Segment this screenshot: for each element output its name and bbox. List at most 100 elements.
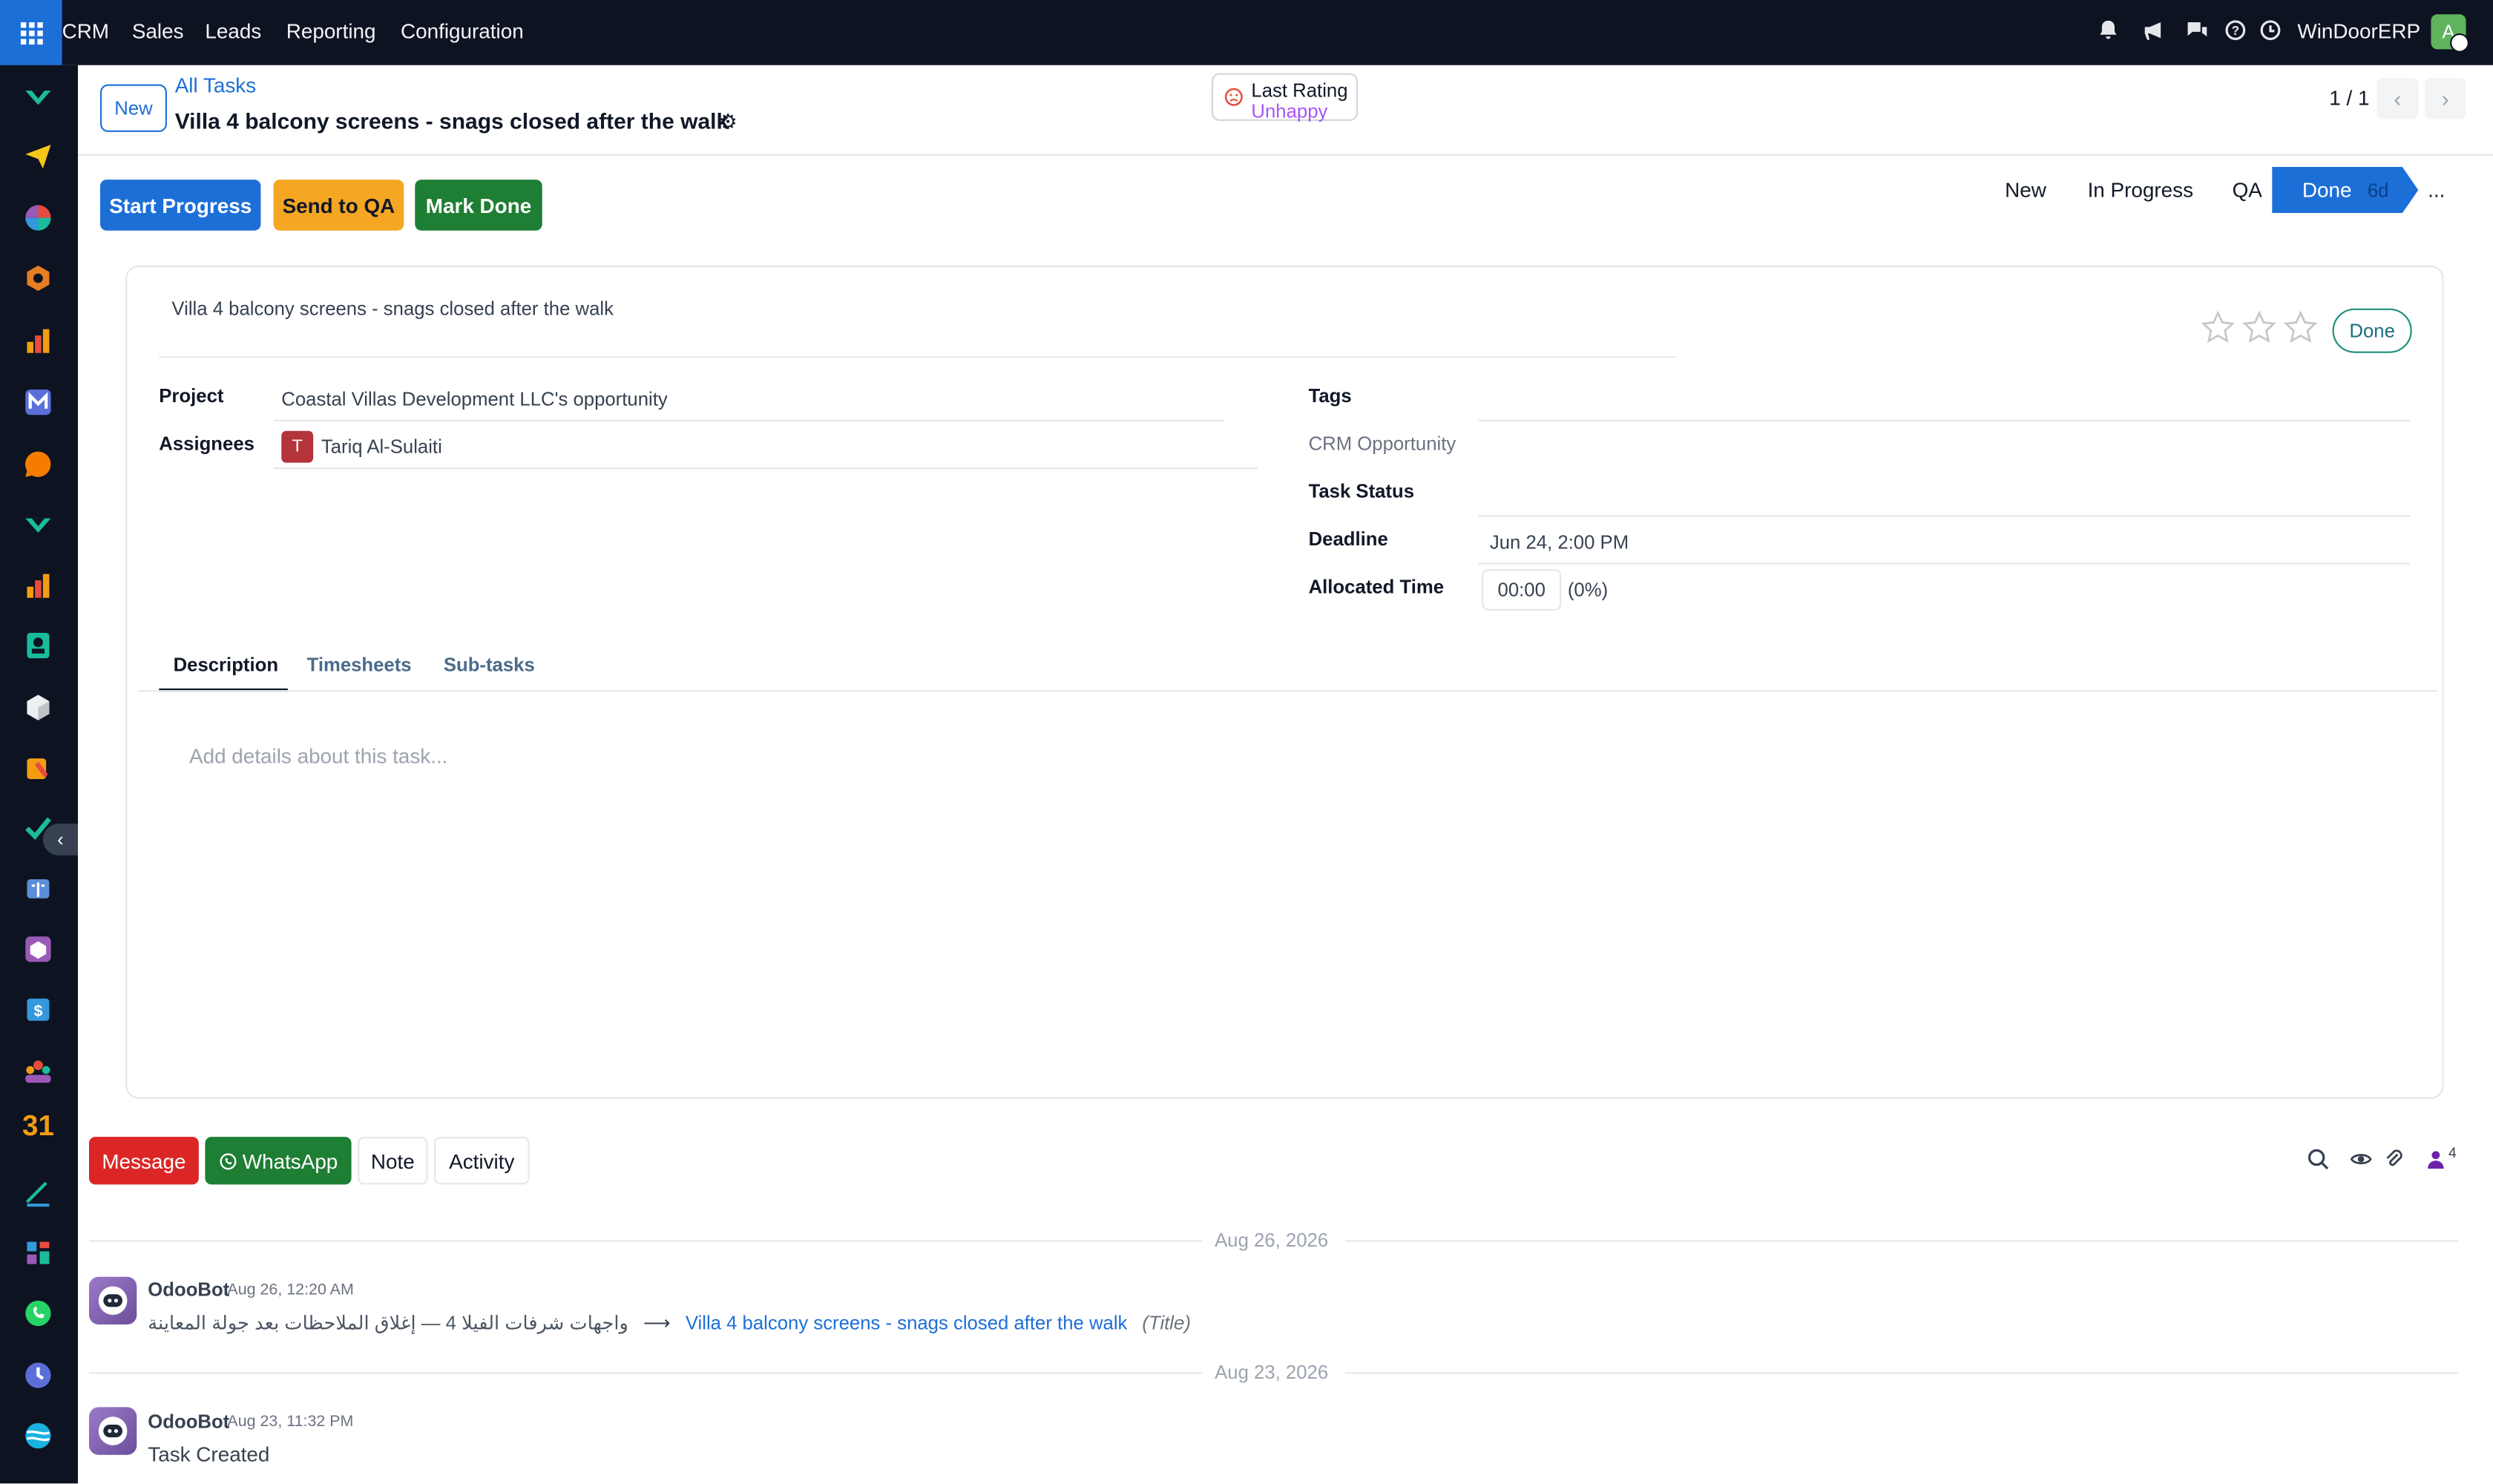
- stage-done-label: Done: [2302, 178, 2352, 203]
- sign-app-icon[interactable]: [24, 1178, 53, 1207]
- top-navbar: CRM Sales Leads Reporting Configuration …: [0, 0, 2493, 65]
- reports-app-icon[interactable]: [24, 326, 53, 355]
- send-to-qa-button[interactable]: Send to QA: [273, 180, 404, 231]
- dashboards-app-icon[interactable]: [24, 1238, 53, 1267]
- product-app-icon[interactable]: [24, 693, 53, 722]
- paperclip-icon[interactable]: [2383, 1148, 2405, 1170]
- inventory-app-icon[interactable]: [24, 264, 53, 293]
- svg-text:$: $: [33, 1002, 42, 1020]
- message-author[interactable]: OdooBot: [148, 1411, 229, 1433]
- search-icon[interactable]: [2307, 1148, 2329, 1170]
- schedule-activity-button[interactable]: Activity: [434, 1137, 530, 1185]
- projects-app-icon[interactable]: [24, 510, 53, 539]
- description-editor[interactable]: Add details about this task...: [189, 744, 447, 768]
- contacts-app-icon[interactable]: [24, 631, 53, 660]
- date-separator-label: Aug 23, 2026: [1215, 1361, 1329, 1384]
- project-label: Project: [159, 384, 224, 407]
- log-note-button[interactable]: Note: [358, 1137, 428, 1185]
- pager-next-button[interactable]: ›: [2424, 78, 2466, 119]
- clock-icon[interactable]: [2259, 19, 2282, 42]
- whatsapp-button[interactable]: WhatsApp: [205, 1137, 352, 1185]
- stage-in-progress[interactable]: In Progress: [2088, 167, 2193, 213]
- team-app-icon[interactable]: [24, 1057, 53, 1086]
- mark-done-button[interactable]: Mark Done: [415, 180, 542, 231]
- breadcrumb-all-tasks[interactable]: All Tasks: [175, 73, 256, 97]
- company-switcher[interactable]: WinDoorERP: [2297, 19, 2420, 43]
- sidebar-collapse-button[interactable]: ‹: [42, 824, 78, 856]
- deadline-field[interactable]: Jun 24, 2:00 PM: [1490, 531, 1629, 554]
- rating-value: Unhappy: [1251, 100, 1328, 122]
- allocated-time-percent: (0%): [1567, 579, 1609, 601]
- menu-reporting[interactable]: Reporting: [286, 19, 376, 43]
- timesheet-app-icon[interactable]: [24, 1361, 53, 1390]
- menu-sales[interactable]: Sales: [132, 19, 184, 43]
- whatsapp-icon: [219, 1152, 236, 1169]
- knowledge-app-icon[interactable]: [24, 875, 53, 904]
- package-app-icon[interactable]: [24, 935, 53, 964]
- date-separator: Aug 26, 2026: [89, 1229, 2458, 1251]
- eye-icon[interactable]: [2350, 1148, 2372, 1170]
- mail-app-icon[interactable]: [24, 388, 53, 417]
- stage-done-days: 6d: [2367, 179, 2389, 202]
- stage-statusbar: New In Progress QA Done 6d ...: [1983, 167, 2469, 214]
- discuss-app-icon[interactable]: [24, 82, 53, 111]
- project-field[interactable]: Coastal Villas Development LLC's opportu…: [281, 388, 667, 410]
- new-record-button[interactable]: New: [100, 84, 167, 132]
- arrow-right-icon: ⟶: [643, 1311, 671, 1334]
- allocated-time-field[interactable]: 00:00: [1482, 569, 1562, 611]
- tab-description[interactable]: Description: [174, 654, 278, 676]
- stage-new[interactable]: New: [2005, 167, 2046, 213]
- tags-field[interactable]: [1478, 419, 2411, 421]
- menu-configuration[interactable]: Configuration: [401, 19, 524, 43]
- analytics-app-icon[interactable]: [24, 571, 53, 600]
- calendar-app-icon[interactable]: 31: [22, 1110, 54, 1143]
- odoobot-avatar: [89, 1407, 137, 1455]
- menu-crm[interactable]: CRM: [62, 19, 109, 43]
- star-icon[interactable]: [2201, 310, 2236, 345]
- followers-count: 4: [2448, 1144, 2457, 1161]
- crm-opportunity-label: CRM Opportunity: [1308, 432, 1456, 455]
- documents-app-icon[interactable]: [24, 754, 53, 783]
- task-status-field[interactable]: [1478, 515, 2411, 517]
- chat-icon[interactable]: [2186, 19, 2208, 42]
- megaphone-icon[interactable]: [2144, 19, 2166, 42]
- stage-qa[interactable]: QA: [2233, 167, 2262, 213]
- livechat-app-icon[interactable]: [24, 450, 53, 479]
- send-message-button[interactable]: Message: [89, 1137, 199, 1185]
- bell-icon[interactable]: [2097, 19, 2119, 42]
- tab-timesheets[interactable]: Timesheets: [307, 654, 412, 676]
- website-app-icon[interactable]: [24, 1422, 53, 1451]
- odoobot-avatar: [89, 1276, 137, 1324]
- tracking-value-change: واجهات شرفات الفيلا 4 — إغلاق الملاحظات …: [148, 1312, 1191, 1334]
- dashboard-app-icon[interactable]: [24, 203, 53, 232]
- tab-sub-tasks[interactable]: Sub-tasks: [444, 654, 535, 676]
- assignee-name[interactable]: Tariq Al-Sulaiti: [321, 436, 442, 458]
- last-rating-button[interactable]: Last Rating Unhappy: [1211, 73, 1358, 122]
- robot-icon: [98, 1286, 128, 1316]
- pager-previous-button[interactable]: ‹: [2377, 78, 2419, 119]
- message-author[interactable]: OdooBot: [148, 1278, 229, 1301]
- stage-done-current[interactable]: Done 6d: [2272, 167, 2419, 214]
- tracked-field-name: (Title): [1142, 1311, 1191, 1334]
- send-app-icon[interactable]: [24, 142, 53, 171]
- invoicing-app-icon[interactable]: $: [24, 995, 53, 1024]
- task-name-field[interactable]: Villa 4 balcony screens - snags closed a…: [171, 298, 614, 320]
- form-sheet: Villa 4 balcony screens - snags closed a…: [125, 265, 2444, 1099]
- old-value: واجهات شرفات الفيلا 4 — إغلاق الملاحظات …: [148, 1311, 628, 1334]
- pager-value[interactable]: 1 / 1: [2329, 86, 2369, 110]
- chevron-left-icon: ‹: [57, 828, 64, 851]
- star-icon[interactable]: [2283, 310, 2318, 345]
- task-status-label: Task Status: [1308, 480, 1415, 503]
- task-state-button[interactable]: Done: [2332, 308, 2412, 353]
- apps-menu-button[interactable]: [0, 0, 62, 65]
- star-icon[interactable]: [2241, 310, 2276, 345]
- whatsapp-app-icon[interactable]: [24, 1299, 53, 1328]
- gear-icon[interactable]: ⚙: [719, 110, 738, 135]
- menu-leads[interactable]: Leads: [205, 19, 261, 43]
- stage-more-button[interactable]: ...: [2428, 167, 2445, 213]
- tabs-divider: [138, 690, 2438, 692]
- help-icon[interactable]: ?: [2224, 19, 2247, 42]
- followers-icon[interactable]: [2425, 1148, 2447, 1170]
- tags-label: Tags: [1308, 384, 1352, 407]
- start-progress-button[interactable]: Start Progress: [100, 180, 261, 231]
